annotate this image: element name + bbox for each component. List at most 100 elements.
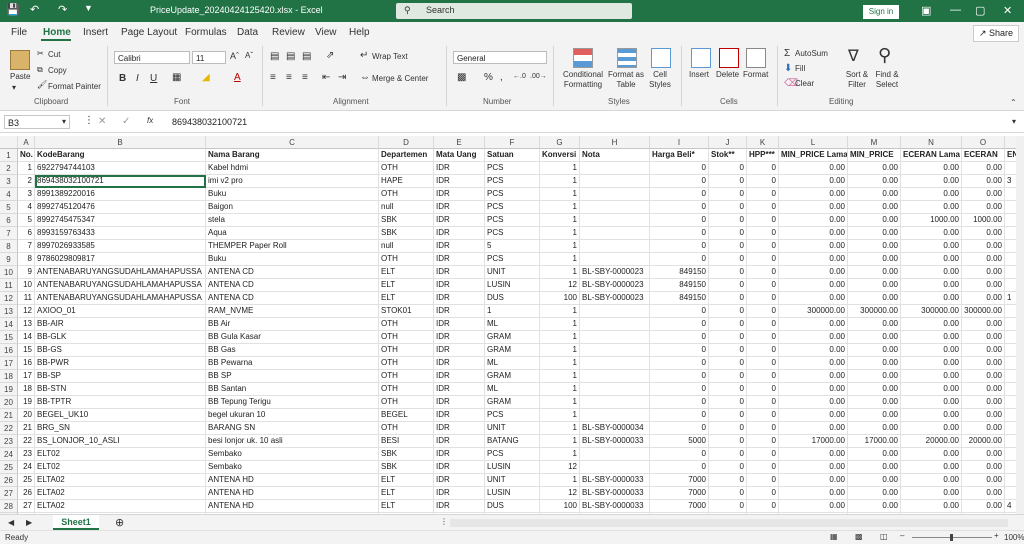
table-cell[interactable]: PCS [485,162,540,175]
save-icon[interactable]: 💾 [6,3,20,16]
table-cell[interactable]: UNIT [485,422,540,435]
table-cell[interactable]: OTH [379,253,434,266]
table-cell[interactable] [1005,383,1016,396]
number-format-combo[interactable]: General [453,51,547,64]
table-cell[interactable]: 0.00 [901,344,962,357]
table-cell[interactable]: 0.00 [848,487,901,500]
table-cell[interactable]: 1 [18,162,35,175]
table-cell[interactable] [1005,396,1016,409]
table-cell[interactable]: BB Tepung Terigu [206,396,379,409]
table-cell[interactable]: 11 [18,292,35,305]
table-cell[interactable]: IDR [434,435,485,448]
autosum-button[interactable]: AutoSum [795,49,828,58]
table-cell[interactable] [1005,474,1016,487]
table-cell[interactable]: IDR [434,214,485,227]
row-header[interactable]: 18 [0,370,18,383]
table-cell[interactable]: 0 [650,162,709,175]
header-cell[interactable]: Konversi [540,149,580,162]
table-cell[interactable]: 0.00 [848,227,901,240]
table-cell[interactable]: ANTENA CD [206,279,379,292]
table-cell[interactable]: Sembako [206,448,379,461]
table-cell[interactable]: 7000 [650,474,709,487]
tab-home[interactable]: Home [43,27,71,38]
table-cell[interactable]: HAPE [379,175,434,188]
table-cell[interactable]: 0.00 [901,188,962,201]
header-cell[interactable]: HPP*** [747,149,779,162]
table-cell[interactable]: 0.00 [962,292,1005,305]
table-cell[interactable]: 0 [650,409,709,422]
column-header[interactable]: H [580,136,650,149]
table-cell[interactable]: 0 [650,383,709,396]
font-size-combo[interactable]: 11 [192,51,226,64]
table-cell[interactable]: 0.00 [848,201,901,214]
table-cell[interactable]: 0 [709,435,747,448]
page-break-view-icon[interactable]: ◫ [880,532,888,541]
table-cell[interactable]: 0.00 [779,422,848,435]
table-cell[interactable]: 0 [650,370,709,383]
table-cell[interactable]: 0.00 [848,448,901,461]
table-cell[interactable]: GRAM [485,370,540,383]
table-cell[interactable]: BB SP [206,370,379,383]
share-button[interactable]: ↗ Share [973,25,1019,42]
table-cell[interactable]: RAM_NVME [206,305,379,318]
table-cell[interactable]: 0.00 [779,175,848,188]
header-cell[interactable]: Stok** [709,149,747,162]
table-cell[interactable]: 0.00 [848,474,901,487]
table-cell[interactable]: 0 [747,318,779,331]
paste-button[interactable]: Paste [10,72,30,81]
borders-icon[interactable]: ▦ [172,72,181,83]
maximize-icon[interactable]: ▢ [975,4,985,17]
table-cell[interactable]: 300000.00 [848,305,901,318]
fill-color-icon[interactable]: ◢ [202,72,210,83]
table-cell[interactable]: 2 [18,175,35,188]
cell-styles-icon[interactable] [651,48,671,68]
table-cell[interactable]: 0 [709,175,747,188]
table-cell[interactable]: AXIOO_01 [35,305,206,318]
expand-formula-icon[interactable]: ▾ [1012,117,1016,126]
column-header[interactable]: L [779,136,848,149]
column-header[interactable]: B [35,136,206,149]
table-cell[interactable]: 0.00 [848,292,901,305]
table-cell[interactable]: BL-SBY-0000033 [580,500,650,513]
table-cell[interactable]: 100 [540,500,580,513]
table-cell[interactable] [1005,357,1016,370]
table-cell[interactable]: 0 [709,474,747,487]
table-cell[interactable]: STOK01 [379,305,434,318]
table-cell[interactable]: BB-PWR [35,357,206,370]
table-cell[interactable]: 300000.00 [779,305,848,318]
table-cell[interactable]: IDR [434,409,485,422]
table-cell[interactable]: 0.00 [848,383,901,396]
header-cell[interactable]: Departemen [379,149,434,162]
table-cell[interactable]: 0.00 [962,396,1005,409]
font-name-combo[interactable]: Calibri [114,51,190,64]
header-cell[interactable]: ECERAN Lama [901,149,962,162]
table-cell[interactable]: 0.00 [962,383,1005,396]
table-cell[interactable]: 4 [18,201,35,214]
table-cell[interactable]: 0 [709,188,747,201]
table-cell[interactable]: 0 [650,331,709,344]
table-cell[interactable]: OTH [379,357,434,370]
table-cell[interactable]: OTH [379,344,434,357]
table-cell[interactable]: 0 [650,357,709,370]
column-header[interactable]: M [848,136,901,149]
table-cell[interactable]: 16 [18,357,35,370]
table-cell[interactable]: OTH [379,422,434,435]
orientation-icon[interactable]: ⇗ [326,50,334,61]
table-cell[interactable]: 20000.00 [901,435,962,448]
table-cell[interactable]: 1 [540,318,580,331]
formula-input[interactable]: 869438032100721 [172,117,247,127]
row-header[interactable]: 12 [0,292,18,305]
tab-page-layout[interactable]: Page Layout [121,27,177,38]
zoom-slider-thumb[interactable] [950,534,953,541]
table-cell[interactable]: OTH [379,396,434,409]
table-cell[interactable]: 1 [540,175,580,188]
table-cell[interactable]: 0.00 [848,409,901,422]
table-cell[interactable]: 0 [747,487,779,500]
row-header[interactable]: 7 [0,227,18,240]
header-cell[interactable]: ECERAN [962,149,1005,162]
table-cell[interactable] [580,253,650,266]
tab-insert[interactable]: Insert [83,27,108,38]
sheet-tab-sheet1[interactable]: Sheet1 [53,515,99,530]
table-cell[interactable]: 0.00 [848,175,901,188]
row-header[interactable]: 10 [0,266,18,279]
